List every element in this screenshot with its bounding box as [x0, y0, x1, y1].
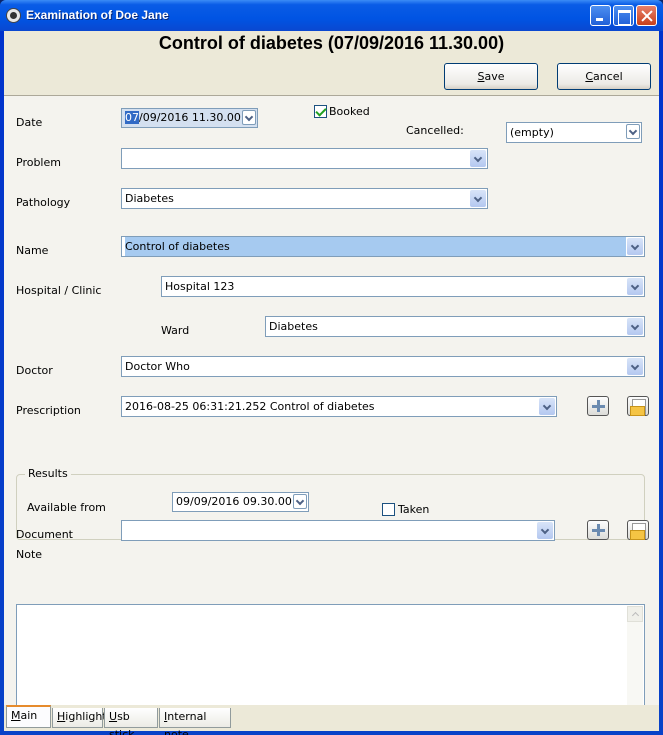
open-document-button[interactable] — [627, 520, 649, 540]
ward-select[interactable]: Diabetes — [265, 316, 645, 337]
close-button[interactable] — [636, 5, 657, 26]
chevron-down-icon[interactable] — [242, 110, 256, 125]
problem-value — [125, 149, 469, 168]
problem-label: Problem — [16, 156, 61, 169]
cancel-button[interactable]: Cancel — [557, 63, 651, 90]
pathology-value: Diabetes — [125, 192, 174, 205]
examination-window: Examination of Doe Jane Control of diabe… — [0, 0, 663, 735]
tab-internal-note-label: nternal note — [164, 710, 207, 735]
date-value: /09/2016 11.30.00 — [139, 111, 241, 124]
date-caret-segment: 07 — [125, 111, 139, 124]
available-from-label: Available from — [27, 501, 106, 514]
client-area: Control of diabetes (07/09/2016 11.30.00… — [4, 31, 659, 735]
chevron-down-icon[interactable] — [470, 190, 486, 207]
tab-usb-stick[interactable]: Usb stick — [104, 708, 158, 735]
chevron-down-icon[interactable] — [470, 150, 486, 167]
document-value — [125, 521, 536, 540]
cancelled-value: (empty) — [510, 126, 554, 139]
chevron-down-icon[interactable] — [626, 124, 640, 139]
document-label: Document — [16, 528, 73, 541]
add-document-button[interactable] — [587, 520, 609, 540]
hospital-select[interactable]: Hospital 123 — [161, 276, 645, 297]
cancel-mnemonic: C — [585, 70, 594, 83]
name-label: Name — [16, 244, 49, 257]
pathology-select[interactable]: Diabetes — [121, 188, 488, 209]
booked-checkbox[interactable] — [314, 105, 327, 118]
window-title: Examination of Doe Jane — [26, 8, 169, 22]
chevron-down-icon[interactable] — [627, 318, 643, 335]
prescription-label: Prescription — [16, 404, 81, 417]
prescription-value: 2016-08-25 06:31:21.252 Control of diabe… — [125, 400, 375, 413]
results-title: Results — [25, 467, 71, 480]
title-bar[interactable]: Examination of Doe Jane — [0, 0, 663, 31]
ward-value: Diabetes — [269, 320, 318, 333]
add-prescription-button[interactable] — [587, 396, 609, 416]
tab-highlight-label: ighlight — [65, 710, 107, 723]
tab-main-mnemonic: M — [11, 709, 21, 722]
cancelled-label: Cancelled: — [406, 124, 464, 137]
chevron-down-icon[interactable] — [627, 358, 643, 375]
main-panel: Date 07/09/2016 11.30.00 Booked Cancelle… — [4, 95, 659, 726]
tab-main-label: ain — [20, 709, 38, 722]
tab-main[interactable]: Main — [6, 705, 51, 728]
tab-highlight[interactable]: Highlight — [52, 708, 107, 728]
name-select[interactable]: Control of diabetes — [121, 236, 645, 257]
booked-label: Booked — [329, 105, 370, 118]
document-select[interactable] — [121, 520, 555, 541]
ward-label: Ward — [161, 324, 190, 337]
hospital-value: Hospital 123 — [165, 280, 235, 293]
cancelled-select[interactable]: (empty) — [506, 122, 642, 143]
name-value: Control of diabetes — [125, 237, 626, 256]
chevron-down-icon[interactable] — [627, 238, 643, 255]
bottom-tabs: Main Highlight Usb stick Internal note — [4, 705, 659, 735]
note-label: Note — [16, 548, 43, 561]
doctor-value: Doctor Who — [125, 360, 190, 373]
scroll-up-icon[interactable] — [627, 606, 643, 622]
taken-label: Taken — [398, 503, 430, 516]
taken-checkbox[interactable] — [382, 503, 395, 516]
pathology-label: Pathology — [16, 196, 71, 209]
doctor-select[interactable]: Doctor Who — [121, 356, 645, 377]
chevron-down-icon[interactable] — [537, 522, 553, 539]
date-field[interactable]: 07/09/2016 11.30.00 — [121, 108, 258, 128]
cancel-label: ancel — [593, 70, 623, 83]
prescription-select[interactable]: 2016-08-25 06:31:21.252 Control of diabe… — [121, 396, 557, 417]
problem-select[interactable] — [121, 148, 488, 169]
available-from-field[interactable]: 09/09/2016 09.30.00 — [172, 492, 309, 512]
doctor-label: Doctor — [16, 364, 53, 377]
page-title: Control of diabetes (07/09/2016 11.30.00… — [158, 33, 505, 53]
hospital-label: Hospital / Clinic — [16, 284, 102, 297]
date-label: Date — [16, 116, 43, 129]
save-label: ave — [484, 70, 505, 83]
save-button[interactable]: Save — [444, 63, 538, 90]
app-icon[interactable] — [6, 8, 21, 23]
maximize-button[interactable] — [613, 5, 634, 26]
tab-usb-stick-mnemonic: U — [109, 710, 118, 723]
chevron-down-icon[interactable] — [539, 398, 555, 415]
chevron-down-icon[interactable] — [627, 278, 643, 295]
tab-internal-note[interactable]: Internal note — [159, 708, 231, 735]
open-prescription-button[interactable] — [627, 396, 649, 416]
available-from-value: 09/09/2016 09.30.00 — [176, 495, 292, 508]
minimize-button[interactable] — [590, 5, 611, 26]
chevron-down-icon[interactable] — [293, 494, 307, 509]
